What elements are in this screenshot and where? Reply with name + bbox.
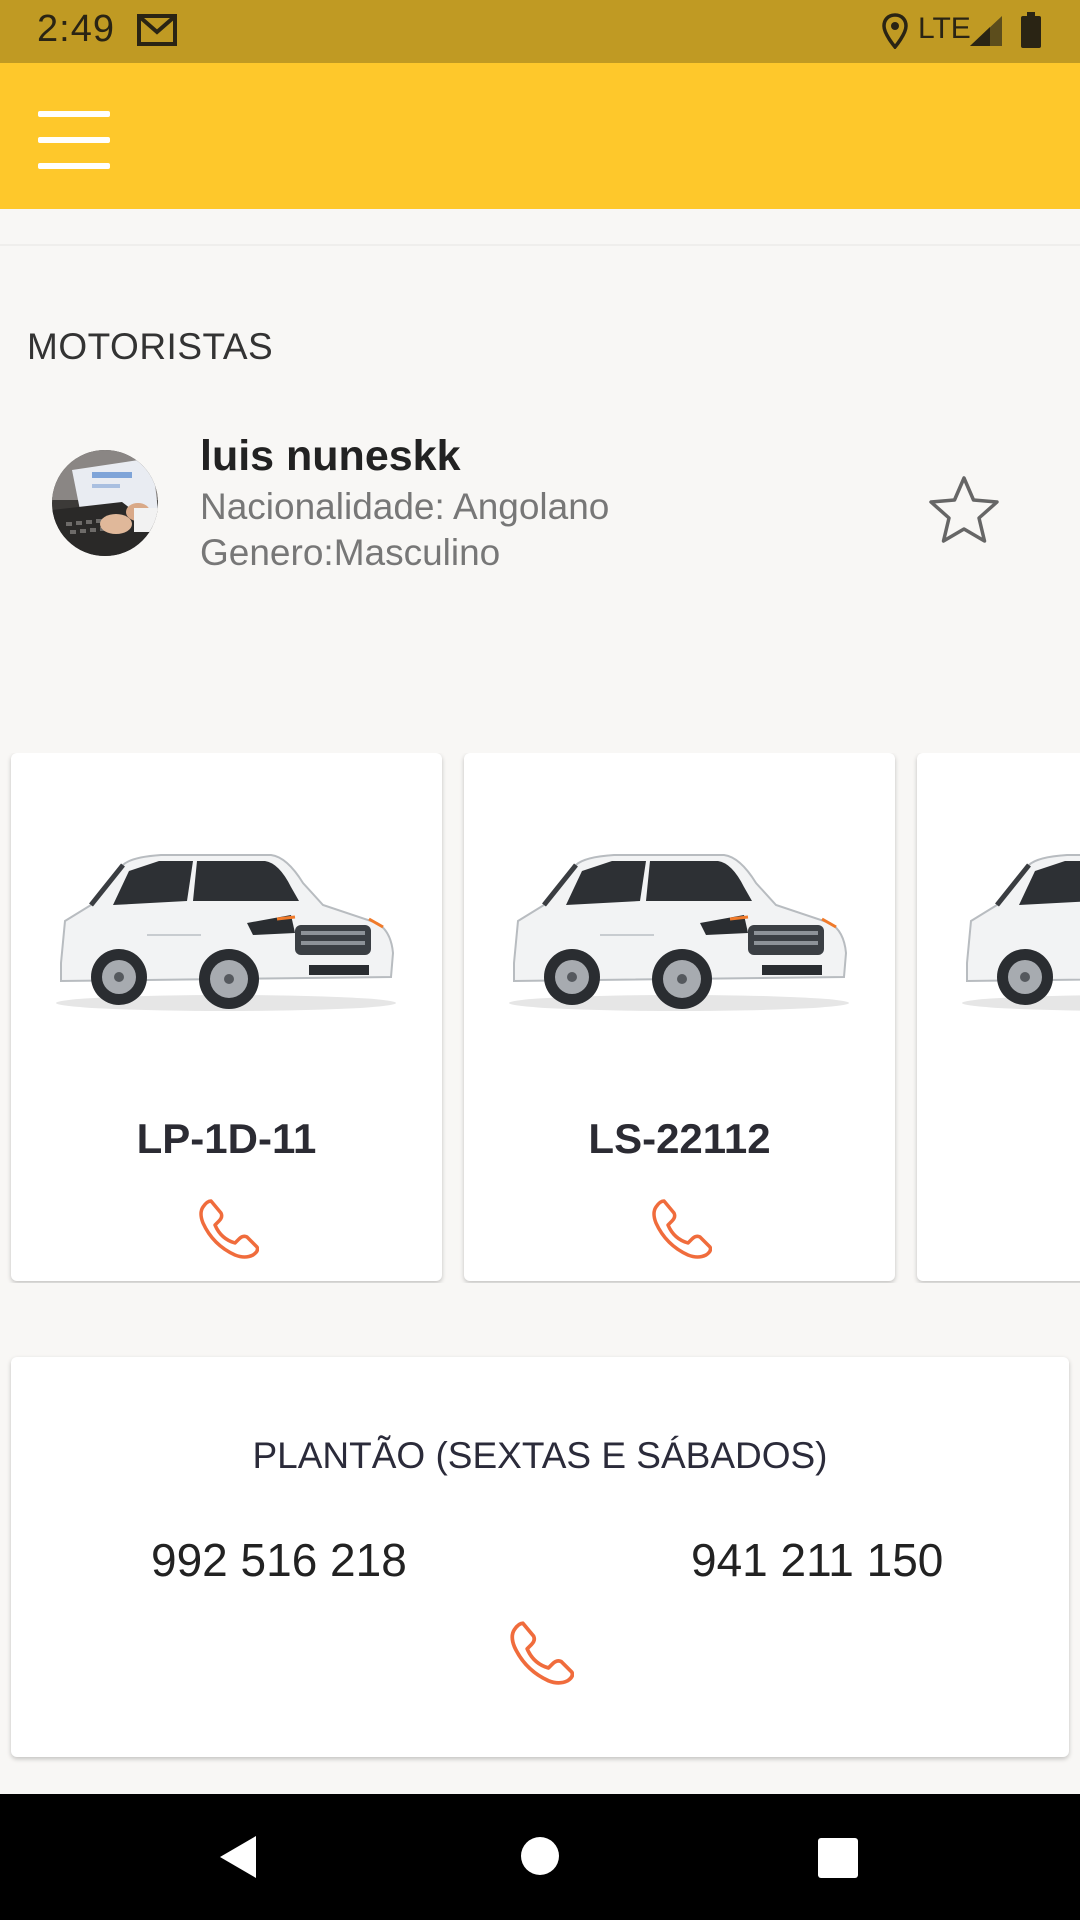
driver-gender: Genero:Masculino <box>200 532 501 573</box>
driver-name: luis nuneskk <box>200 432 461 480</box>
driver-list-item[interactable]: luis nuneskk Nacionalidade: Angolano Gen… <box>0 420 1080 600</box>
driver-avatar <box>52 450 158 556</box>
section-title-drivers: MOTORISTAS <box>27 326 274 367</box>
phone-icon[interactable] <box>197 1197 259 1259</box>
driver-nationality: Nacionalidade: Angolano <box>200 486 610 527</box>
phone-icon[interactable] <box>508 1619 574 1685</box>
battery-icon <box>1021 12 1041 48</box>
hamburger-menu-icon[interactable] <box>36 111 112 175</box>
car-image <box>962 854 1080 1011</box>
car-carousel[interactable]: LP-1D-11 LS-22112 <box>0 753 1080 1283</box>
shift-title: PLANTÃO (SEXTAS E SÁBADOS) <box>252 1435 828 1476</box>
shift-phone-number-1[interactable]: 992 516 218 <box>151 1533 407 1587</box>
app-bar <box>0 63 1080 209</box>
car-card[interactable]: LS-22112 <box>464 753 895 1281</box>
car-image <box>509 854 849 1011</box>
recents-icon[interactable] <box>818 1838 858 1878</box>
shift-phone-number-2[interactable]: 941 211 150 <box>691 1533 943 1587</box>
car-plate: LP-1D-11 <box>136 1115 317 1162</box>
home-icon[interactable] <box>520 1836 560 1876</box>
network-type: LTE <box>918 12 971 45</box>
phone-icon[interactable] <box>650 1197 712 1259</box>
car-card[interactable]: LA <box>917 753 1080 1281</box>
system-navigation-bar <box>0 1794 1080 1920</box>
car-plate: LA <box>917 1115 1080 1163</box>
divider <box>0 244 1080 246</box>
car-card[interactable]: LP-1D-11 <box>11 753 442 1281</box>
gmail-icon <box>137 14 177 46</box>
shift-card: PLANTÃO (SEXTAS E SÁBADOS) 992 516 218 9… <box>11 1357 1069 1757</box>
status-bar: 2:49 LTE <box>0 0 1080 63</box>
car-image <box>56 854 396 1011</box>
status-time: 2:49 <box>37 8 115 50</box>
location-icon <box>882 13 908 49</box>
back-icon[interactable] <box>216 1834 260 1880</box>
signal-icon <box>970 16 1002 46</box>
car-plate: LS-22112 <box>588 1115 771 1162</box>
star-outline-icon[interactable] <box>928 474 1000 546</box>
